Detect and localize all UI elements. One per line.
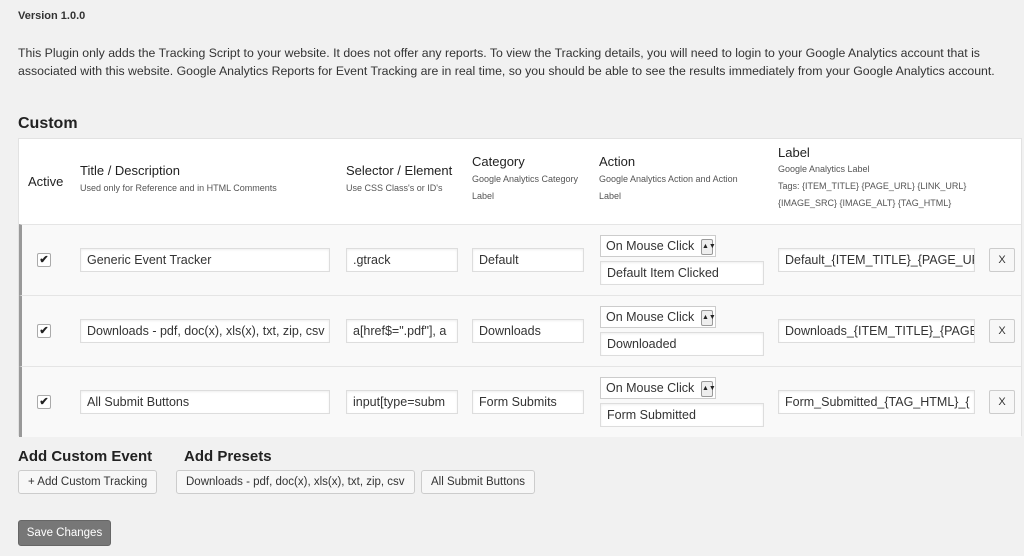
dropdown-arrow-icon: ▲▼ <box>701 239 716 255</box>
header-title-label: Title / Description <box>80 163 180 178</box>
header-label-tags: Tags: {ITEM_TITLE} {PAGE_URL} {LINK_URL}… <box>778 181 967 208</box>
header-label-label: Label <box>778 145 810 160</box>
header-active: Active <box>28 174 64 189</box>
active-checkbox[interactable]: ✔ <box>37 324 51 338</box>
header-selector: Selector / Element Use CSS Class's or ID… <box>346 163 466 197</box>
title-input[interactable]: All Submit Buttons <box>80 390 330 414</box>
custom-section-title: Custom <box>18 115 78 132</box>
title-input[interactable]: Generic Event Tracker <box>80 248 330 272</box>
preset-submit-buttons-button[interactable]: All Submit Buttons <box>421 470 535 494</box>
dropdown-arrow-icon: ▲▼ <box>701 310 716 326</box>
header-action: Action Google Analytics Action and Actio… <box>599 154 759 205</box>
category-input[interactable]: Default <box>472 248 584 272</box>
label-input[interactable]: Downloads_{ITEM_TITLE}_{PAGE <box>778 319 975 343</box>
action-select-value: On Mouse Click <box>606 239 695 253</box>
title-input[interactable]: Downloads - pdf, doc(x), xls(x), txt, zi… <box>80 319 330 343</box>
remove-row-button[interactable]: X <box>989 248 1015 272</box>
action-select[interactable]: On Mouse Click ▲▼ <box>600 235 716 257</box>
tracking-table: Active Title / Description Used only for… <box>18 138 1022 437</box>
header-selector-sub: Use CSS Class's or ID's <box>346 183 443 193</box>
header-title: Title / Description Used only for Refere… <box>80 163 330 197</box>
plugin-description: This Plugin only adds the Tracking Scrip… <box>18 46 995 78</box>
version-label: Version 1.0.0 <box>18 10 86 22</box>
label-input[interactable]: Form_Submitted_{TAG_HTML}_{ <box>778 390 975 414</box>
action-select[interactable]: On Mouse Click ▲▼ <box>600 377 716 399</box>
category-input[interactable]: Form Submits <box>472 390 584 414</box>
dropdown-arrow-icon: ▲▼ <box>701 381 716 397</box>
header-label-sub: Google Analytics Label <box>778 164 870 174</box>
header-label: Label Google Analytics Label Tags: {ITEM… <box>778 145 978 212</box>
action-label-input[interactable]: Downloaded <box>600 332 764 356</box>
remove-row-button[interactable]: X <box>989 390 1015 414</box>
selector-input[interactable]: input[type=subm <box>346 390 458 414</box>
selector-input[interactable]: .gtrack <box>346 248 458 272</box>
header-selector-label: Selector / Element <box>346 163 453 178</box>
header-category-label: Category <box>472 154 525 169</box>
header-action-label: Action <box>599 154 636 169</box>
add-custom-tracking-button[interactable]: + Add Custom Tracking <box>18 470 158 494</box>
header-category: Category Google Analytics Category Label <box>472 154 590 205</box>
table-row: ✔ Generic Event Tracker .gtrack Default … <box>19 224 1021 295</box>
table-row: ✔ Downloads - pdf, doc(x), xls(x), txt, … <box>19 295 1021 366</box>
add-presets-title: Add Presets <box>184 448 272 465</box>
active-checkbox[interactable]: ✔ <box>37 253 51 267</box>
save-changes-button[interactable]: Save Changes <box>18 520 111 546</box>
preset-downloads-button[interactable]: Downloads - pdf, doc(x), xls(x), txt, zi… <box>176 470 415 494</box>
action-select[interactable]: On Mouse Click ▲▼ <box>600 306 716 328</box>
header-action-sub: Google Analytics Action and Action Label <box>599 174 738 201</box>
action-select-value: On Mouse Click <box>606 310 695 324</box>
header-category-sub: Google Analytics Category Label <box>472 174 579 201</box>
category-input[interactable]: Downloads <box>472 319 584 343</box>
table-row: ✔ All Submit Buttons input[type=subm For… <box>19 366 1021 437</box>
header-title-sub: Used only for Reference and in HTML Comm… <box>80 183 277 193</box>
action-label-input[interactable]: Default Item Clicked <box>600 261 764 285</box>
remove-row-button[interactable]: X <box>989 319 1015 343</box>
active-checkbox[interactable]: ✔ <box>37 395 51 409</box>
add-custom-event-title: Add Custom Event <box>18 448 153 465</box>
action-select-value: On Mouse Click <box>606 381 695 395</box>
selector-input[interactable]: a[href$=".pdf"], a <box>346 319 458 343</box>
action-label-input[interactable]: Form Submitted <box>600 403 764 427</box>
label-input[interactable]: Default_{ITEM_TITLE}_{PAGE_UR <box>778 248 975 272</box>
